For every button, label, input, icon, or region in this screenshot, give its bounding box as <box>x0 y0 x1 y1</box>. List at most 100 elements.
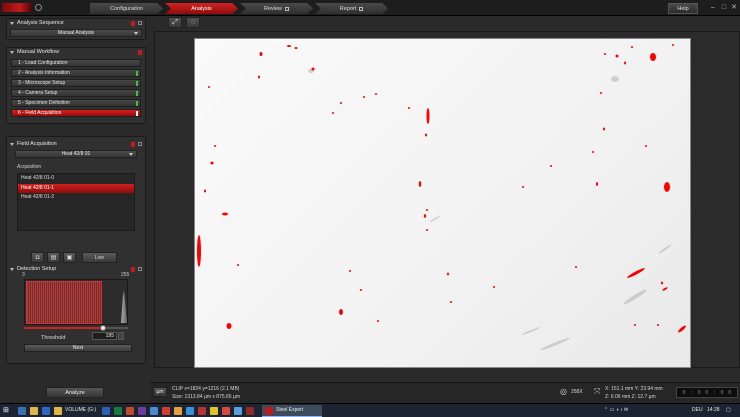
step-field-acquisition[interactable]: 6 - Field Acquisition <box>11 108 141 117</box>
acquisition-label: Acquisition <box>17 164 42 170</box>
app-icon[interactable] <box>186 407 194 415</box>
histogram-max-label: 255 <box>121 272 130 278</box>
manual-workflow-header[interactable]: Manual Workflow <box>7 48 145 57</box>
analyze-button[interactable]: Analyze <box>46 387 104 398</box>
histogram-min-label: 3 <box>22 272 25 278</box>
popout-icon <box>285 6 290 11</box>
drive-icon[interactable] <box>54 407 62 415</box>
powerpoint-icon[interactable] <box>126 407 134 415</box>
threshold-slider-knob[interactable] <box>100 325 107 331</box>
task-view-icon[interactable] <box>18 407 26 415</box>
threshold-spinner[interactable] <box>118 332 124 340</box>
tray-icons[interactable]: ⌃ ▭ ◑ ♪ ✉ <box>604 407 628 413</box>
pin-icon[interactable] <box>138 142 142 146</box>
threshold-slider[interactable] <box>24 325 128 331</box>
pin-icon[interactable] <box>138 267 142 271</box>
clock[interactable]: 14:28 <box>707 407 720 413</box>
tab-analysis[interactable]: Analysis <box>165 3 238 14</box>
threshold-label: Threshold <box>41 335 66 341</box>
app-icon[interactable] <box>198 407 206 415</box>
detected-inclusions <box>197 44 686 351</box>
app-icon[interactable] <box>246 407 254 415</box>
pdf-icon[interactable] <box>162 407 170 415</box>
title-bar: Configuration Analysis Review Report Hel… <box>0 0 740 16</box>
chevron-down-icon <box>134 32 138 35</box>
taskbar: ⊞ VOLUME (G:) Steel Expert ⌃ ▭ ◑ ♪ ✉ DEU… <box>0 403 740 417</box>
step-analysis-information[interactable]: 2 - Analysis Information <box>11 68 141 77</box>
size-info: Size: 1313.84 µm x 875.65 µm <box>172 394 241 400</box>
micrograph-image[interactable] <box>194 38 691 368</box>
status-ok-icon <box>136 100 138 106</box>
steel-expert-label: Steel Expert <box>276 407 304 413</box>
help-button[interactable]: Help <box>668 3 698 14</box>
specimen-select[interactable]: Heat 42/8 01 <box>15 150 137 158</box>
gray-histogram[interactable] <box>24 279 128 325</box>
windows-start-icon[interactable]: ⊞ <box>3 407 11 415</box>
collapse-icon <box>10 51 14 54</box>
file-explorer-icon[interactable] <box>30 407 38 415</box>
unit-button[interactable]: µm <box>153 387 167 397</box>
list-item[interactable]: Heat 42/8 01-2 <box>18 193 134 203</box>
steel-expert-icon <box>265 407 273 415</box>
word-icon[interactable] <box>102 407 110 415</box>
camera-icon[interactable]: ◘ <box>31 252 44 263</box>
list-item[interactable]: Heat 42/8 01-1 <box>18 183 134 193</box>
field-acquisition-section: Field Acquisition Heat 42/8 01 Acquisiti… <box>6 136 146 364</box>
fit-to-window-icon[interactable]: ⤢ <box>168 17 182 28</box>
field-acquisition-header[interactable]: Field Acquisition <box>7 140 145 149</box>
collapse-icon <box>10 22 14 25</box>
manual-workflow-section: Manual Workflow 1 - Load Configuration 2… <box>6 47 146 124</box>
threshold-input[interactable]: 195 <box>92 332 117 340</box>
notification-icon[interactable]: ▢ <box>726 407 731 413</box>
pin-icon[interactable] <box>138 21 142 25</box>
app-icon[interactable] <box>222 407 230 415</box>
live-button[interactable]: Live <box>82 252 117 263</box>
collapse-icon <box>10 268 14 271</box>
tab-review[interactable]: Review <box>240 3 313 14</box>
onenote-icon[interactable] <box>138 407 146 415</box>
image-edit-icon[interactable]: ▣ <box>63 252 76 263</box>
maximize-icon[interactable]: □ <box>719 3 729 13</box>
threshold-slider-fill <box>24 327 104 329</box>
left-panel: Analysis Sequence Manual Analysis Manual… <box>6 18 146 364</box>
app-icon[interactable] <box>174 407 182 415</box>
stage-icon: ⤧ <box>594 387 601 396</box>
workflow-tabs: Configuration Analysis Review Report <box>90 3 390 14</box>
view-toolbar: ⤢ ◌ <box>168 17 200 28</box>
tab-configuration[interactable]: Configuration <box>90 3 163 14</box>
chrome-icon[interactable] <box>210 407 218 415</box>
analysis-sequence-section: Analysis Sequence Manual Analysis <box>6 18 146 40</box>
stage-xy: X: 151.1 mm Y: 23.94 mm <box>605 386 663 392</box>
analysis-sequence-select[interactable]: Manual Analysis <box>10 29 142 37</box>
edge-icon[interactable] <box>42 407 50 415</box>
step-microscope-setup[interactable]: 3 - Microscope Setup <box>11 78 141 87</box>
clip-info: CLIP x=1824 y=1216 (2.1 MB) <box>172 386 240 392</box>
detection-setup-section: Detection Setup 3 255 Threshold 195 Next <box>7 265 145 363</box>
status-bar: µm CLIP x=1824 y=1216 (2.1 MB) Size: 131… <box>150 382 740 402</box>
alert-icon <box>138 50 142 55</box>
language-indicator[interactable]: DEU <box>692 407 703 413</box>
step-load-configuration[interactable]: 1 - Load Configuration <box>11 58 141 67</box>
histogram-peak <box>121 290 127 323</box>
delete-icon[interactable]: ▤ <box>47 252 60 263</box>
minimize-icon[interactable]: – <box>708 3 718 13</box>
app-icon[interactable] <box>234 407 242 415</box>
volume-label[interactable]: VOLUME (G:) <box>65 407 96 413</box>
list-item[interactable]: Heat 42/8 01-0 <box>18 174 134 184</box>
close-icon[interactable]: ✕ <box>729 3 739 13</box>
lasso-icon[interactable]: ◌ <box>186 17 200 28</box>
outlook-icon[interactable] <box>150 407 158 415</box>
acquisition-toolbar: ◘ ▤ ▣ Live <box>31 252 117 263</box>
excel-icon[interactable] <box>114 407 122 415</box>
objective-icon: ◎ <box>560 387 567 396</box>
step-camera-setup[interactable]: 4 - Camera Setup <box>11 88 141 97</box>
analysis-sequence-header[interactable]: Analysis Sequence <box>7 19 145 28</box>
alert-icon <box>131 21 135 26</box>
tab-report[interactable]: Report <box>315 3 388 14</box>
status-current-icon <box>136 110 138 116</box>
alert-icon <box>131 267 135 272</box>
next-button[interactable]: Next <box>24 344 132 352</box>
timer-display: 0 : 0 0 : 0 0 <box>676 387 738 398</box>
step-specimen-definition[interactable]: 5 - Specimen Definition <box>11 98 141 107</box>
chevron-down-icon <box>129 153 133 156</box>
